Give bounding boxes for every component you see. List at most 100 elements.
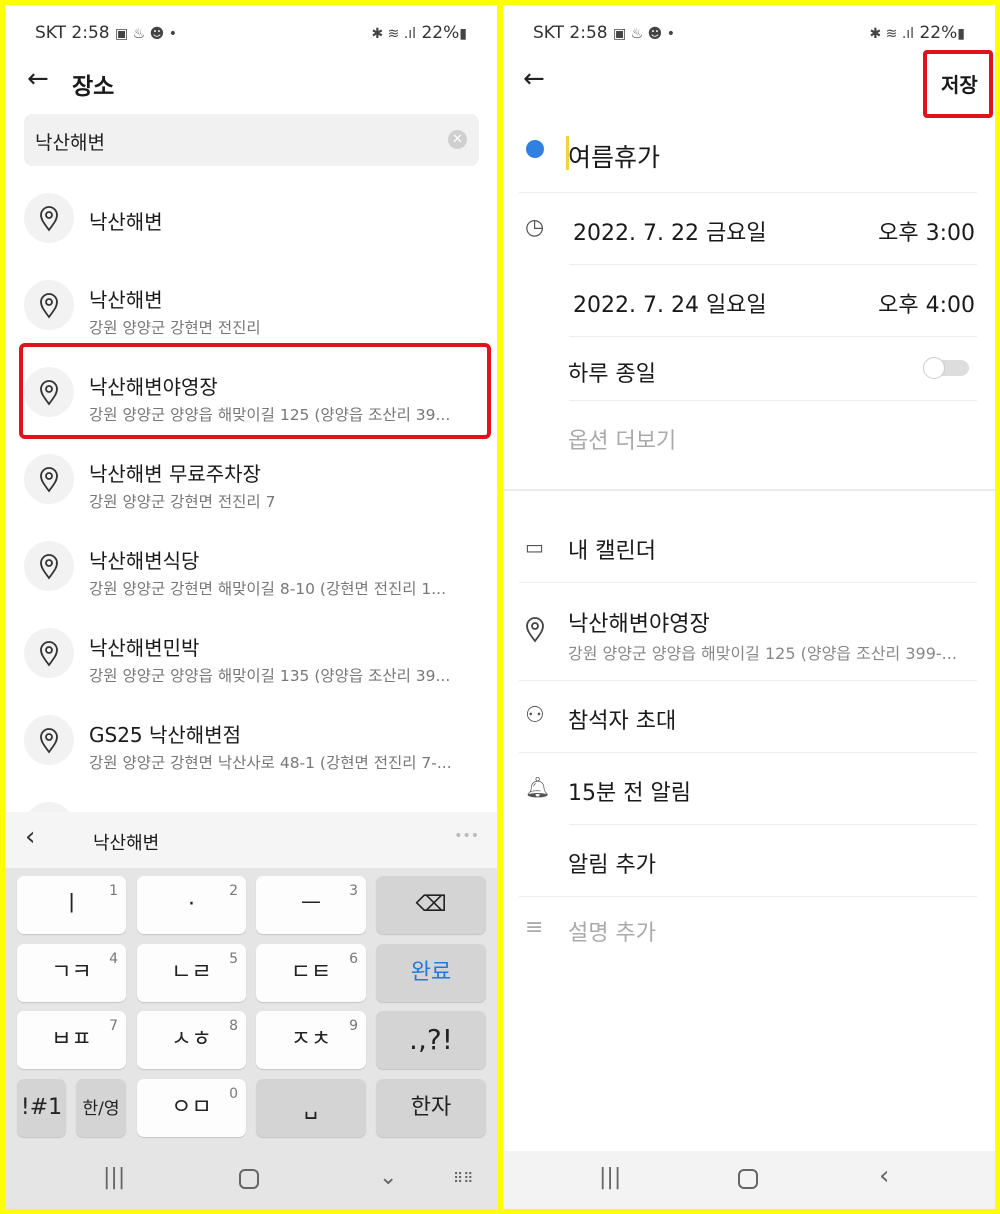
calendar-select[interactable]: 내 캘린더 (568, 533, 656, 565)
keyboard: ㅣ 1 · 2 ㅡ 3 ⌫ ㄱㅋ 4 ㄴㄹ 5 ㄷㅌ 6 완료 ㅂㅍ 7 ㅅㅎ 8 ㅈㅊ 9.,?! !#1 한/영 ㅇㅁ 0… (5, 868, 497, 1151)
event-color-dot[interactable] (526, 140, 544, 158)
person-icon: ⚇ (525, 703, 545, 728)
suggestion-word[interactable]: 낙산해변 (93, 829, 159, 855)
start-time[interactable]: 오후 3:00 (878, 215, 975, 247)
navigation-bar: ||| ‹ (503, 1151, 995, 1209)
key-label: ㄷㅌ (290, 960, 332, 985)
all-day-label: 하루 종일 (568, 362, 656, 387)
key-14[interactable]: ㅇㅁ 0 (137, 1079, 246, 1137)
status-right: ✱ ≋ .ıl 22%▮ (869, 23, 965, 43)
search-result-item[interactable]: 낙산해변 무료주차장강원 양양군 강현면 전진리 7 (5, 436, 497, 523)
key-7[interactable]: 완료 (376, 944, 486, 1002)
result-address: 강원 양양군 양양읍 해맞이길 135 (양양읍 조산리 39... (89, 667, 451, 685)
battery-icon: ▮ (957, 26, 965, 42)
bell-icon: 🔔︎ (525, 775, 551, 799)
location-pin-icon (24, 541, 74, 591)
key-label: ㅣ (61, 892, 82, 917)
status-right: ✱ ≋ .ıl 22%▮ (371, 23, 467, 43)
chevron-left-icon[interactable]: ‹ (25, 822, 35, 852)
calendar-icon: ▭ (525, 535, 544, 559)
key-label: 한자 (410, 1095, 452, 1120)
key-label: ㅅㅎ (171, 1027, 212, 1052)
key-13[interactable]: 한/영 (76, 1079, 126, 1137)
more-icon[interactable]: ••• (454, 828, 479, 844)
key-4[interactable]: ㄱㅋ 4 (17, 944, 126, 1002)
location-name[interactable]: 낙산해변야영장 (568, 606, 710, 638)
add-description-input[interactable]: 설명 추가 (568, 915, 656, 947)
status-time: SKT 2:58 (35, 23, 110, 43)
battery-level: 22% (421, 23, 460, 43)
end-time[interactable]: 오후 4:00 (878, 287, 975, 319)
status-bar: SKT 2:58 ▣ ♨ ☻ • (533, 23, 675, 43)
key-1[interactable]: · 2 (137, 876, 246, 934)
key-9[interactable]: ㅅㅎ 8 (137, 1011, 246, 1069)
result-name: 낙산해변민박 (89, 636, 200, 660)
key-number: 8 (229, 1018, 238, 1034)
search-result-item[interactable]: 낙산해변 강원 양양군 강현면 전진리 (5, 262, 497, 349)
recent-apps-icon[interactable]: ||| (599, 1165, 621, 1190)
location-pin-icon (24, 715, 74, 765)
key-number: 5 (229, 951, 238, 967)
back-nav-icon[interactable]: ‹ (879, 1161, 889, 1191)
place-search-screen: SKT 2:58 ▣ ♨ ☻ • ✱ ≋ .ıl 22%▮ ← 장소 낙산해변 … (5, 5, 497, 1209)
location-pin-icon (525, 617, 545, 647)
recent-apps-icon[interactable]: ||| (103, 1165, 125, 1190)
event-edit-screen: SKT 2:58 ▣ ♨ ☻ • ✱ ≋ .ıl 22%▮ ← 저장 여름휴가 … (503, 5, 995, 1209)
key-10[interactable]: ㅈㅊ 9 (256, 1011, 366, 1069)
signal-icons: ✱ ≋ .ıl (371, 26, 417, 42)
key-16[interactable]: 한자 (376, 1079, 486, 1137)
reminder[interactable]: 15분 전 알림 (568, 775, 691, 807)
back-arrow-icon[interactable]: ← (523, 64, 545, 94)
start-date[interactable]: 2022. 7. 22 금요일 (573, 215, 767, 247)
key-label: ㅈㅊ (290, 1027, 332, 1052)
home-icon[interactable] (738, 1169, 758, 1189)
invite-button[interactable]: 참석자 초대 (568, 703, 676, 735)
battery-level: 22% (919, 23, 958, 43)
location-pin-icon (24, 280, 74, 330)
key-number: 6 (349, 951, 358, 967)
signal-icons: ✱ ≋ .ıl (869, 26, 915, 42)
keyboard-icon[interactable]: ⠿⠿ (453, 1171, 474, 1187)
location-pin-icon (24, 454, 74, 504)
home-icon[interactable] (239, 1169, 259, 1189)
more-options-button[interactable]: 옵션 더보기 (568, 423, 676, 455)
result-address: 강원 양양군 강현면 전진리 7 (89, 493, 276, 511)
key-2[interactable]: ㅡ3 (256, 876, 366, 934)
key-8[interactable]: ㅂㅍ 7 (17, 1011, 126, 1069)
key-5[interactable]: ㄴㄹ 5 (137, 944, 246, 1002)
status-time: SKT 2:58 (533, 23, 608, 43)
clear-icon[interactable]: ✕ (448, 130, 467, 149)
search-result-item[interactable]: 낙산해변식당 강원 양양군 강현면 해맞이길 8-10 (강현면 전진리 1... (5, 523, 497, 610)
result-address: 강원 양양군 강현면 해맞이길 8-10 (강현면 전진리 1... (89, 580, 447, 598)
key-number: 3 (349, 883, 358, 899)
hide-keyboard-icon[interactable]: ⌄ (379, 1165, 397, 1190)
section-divider (503, 489, 995, 491)
search-result-item[interactable]: GS25 낙산해변점 강원 양양군 강현면 낙산사로 48-1 (강현면 전진리 … (5, 697, 497, 784)
back-arrow-icon[interactable]: ← (27, 64, 49, 94)
key-label: ㄱㅋ (51, 960, 92, 985)
search-result-item[interactable]: 낙산해변 (5, 175, 497, 262)
add-reminder-button[interactable]: 알림 추가 (568, 847, 656, 879)
key-0[interactable]: ㅣ1 (17, 876, 126, 934)
clock-icon: ◷ (525, 215, 545, 240)
key-15[interactable]: ␣ (256, 1079, 366, 1137)
event-title-input[interactable]: 여름휴가 (568, 138, 660, 174)
description-icon: ≡ (525, 915, 544, 940)
location-pin-icon (24, 193, 74, 243)
end-date[interactable]: 2022. 7. 24 일요일 (573, 287, 767, 319)
all-day-toggle[interactable] (923, 357, 969, 379)
key-label: !#1 (20, 1095, 63, 1120)
search-input[interactable]: 낙산해변 ✕ (24, 114, 479, 166)
key-6[interactable]: ㄷㅌ 6 (256, 944, 366, 1002)
search-result-item[interactable]: 낙산해변민박강원 양양군 양양읍 해맞이길 135 (양양읍 조산리 39... (5, 610, 497, 697)
result-name: 낙산해변 무료주차장 (89, 462, 261, 486)
key-12[interactable]: !#1 (17, 1079, 66, 1137)
notification-icons: ▣ ♨ ☻ • (613, 26, 675, 42)
key-11[interactable]: .,?! (376, 1011, 486, 1069)
suggestion-bar: ‹ 낙산해변 ••• (5, 812, 497, 868)
result-name: 낙산해변 (89, 288, 163, 312)
notification-icons: ▣ ♨ ☻ • (115, 26, 177, 42)
key-label: ㅂㅍ (51, 1027, 92, 1052)
key-label: 한/영 (82, 1099, 120, 1119)
key-3[interactable]: ⌫ (376, 876, 486, 934)
